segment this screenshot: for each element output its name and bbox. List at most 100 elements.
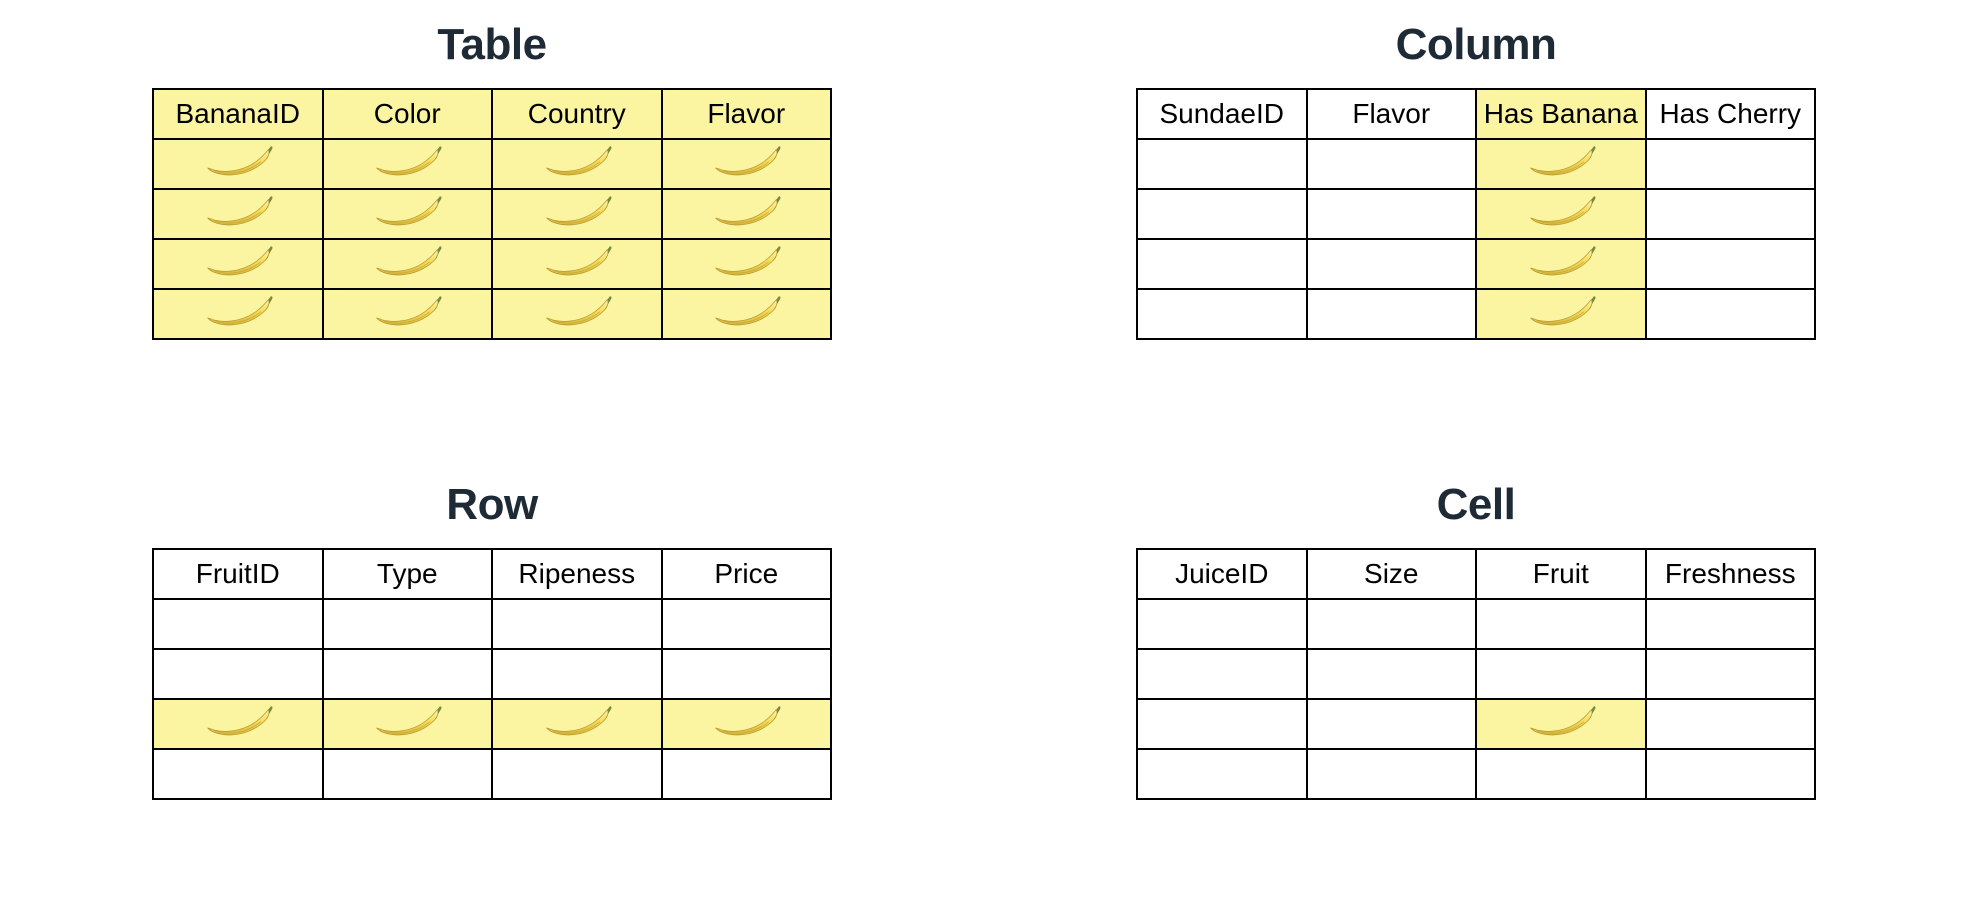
col-header: Flavor — [662, 89, 832, 139]
col-header: Color — [323, 89, 493, 139]
cell — [1137, 749, 1307, 799]
cell — [492, 699, 662, 749]
col-header: Freshness — [1646, 549, 1816, 599]
cell — [1137, 139, 1307, 189]
panel-title-table: Table — [437, 20, 546, 70]
table-row — [153, 749, 831, 799]
table-row — [1137, 139, 1815, 189]
cell — [1137, 599, 1307, 649]
cell — [1307, 599, 1477, 649]
cell — [492, 599, 662, 649]
table-row — [153, 139, 831, 189]
cell — [492, 749, 662, 799]
banana-icon — [707, 192, 785, 230]
col-header: Flavor — [1307, 89, 1477, 139]
table-row — [1137, 239, 1815, 289]
panel-cell: Cell JuiceID Size Fruit Freshness — [1084, 480, 1868, 880]
cell — [662, 239, 832, 289]
cell — [1137, 649, 1307, 699]
cell — [323, 699, 493, 749]
panel-title-cell: Cell — [1437, 480, 1516, 530]
panel-title-column: Column — [1396, 20, 1557, 70]
table-row — [1137, 749, 1815, 799]
banana-icon — [538, 192, 616, 230]
cell — [1307, 749, 1477, 799]
banana-icon — [707, 242, 785, 280]
col-header: Price — [662, 549, 832, 599]
cell — [492, 649, 662, 699]
cell — [1307, 139, 1477, 189]
cell — [1646, 239, 1816, 289]
banana-icon — [368, 292, 446, 330]
banana-icon — [538, 242, 616, 280]
cell — [662, 749, 832, 799]
cell — [153, 599, 323, 649]
diagram-grid: Table BananaID Color Country Flavor — [0, 0, 1968, 920]
cell — [323, 599, 493, 649]
cell — [1307, 699, 1477, 749]
cell — [153, 189, 323, 239]
cell — [1646, 139, 1816, 189]
cell — [153, 139, 323, 189]
banana-icon — [1522, 242, 1600, 280]
cell — [1307, 649, 1477, 699]
col-header: FruitID — [153, 549, 323, 599]
banana-icon — [199, 142, 277, 180]
cell — [492, 239, 662, 289]
cell — [153, 649, 323, 699]
table-row — [153, 239, 831, 289]
cell — [1476, 189, 1646, 239]
table-header-row: FruitID Type Ripeness Price — [153, 549, 831, 599]
cell — [1476, 749, 1646, 799]
cell — [1646, 749, 1816, 799]
table-row — [153, 599, 831, 649]
table-example-column: SundaeID Flavor Has Banana Has Cherry — [1136, 88, 1816, 340]
cell — [1646, 289, 1816, 339]
col-header: Ripeness — [492, 549, 662, 599]
panel-row: Row FruitID Type Ripeness Price — [100, 480, 884, 880]
col-header: Has Banana — [1476, 89, 1646, 139]
cell — [1137, 189, 1307, 239]
cell — [1476, 239, 1646, 289]
cell — [1307, 239, 1477, 289]
cell — [323, 289, 493, 339]
banana-icon — [199, 292, 277, 330]
banana-icon — [199, 702, 277, 740]
cell — [1646, 699, 1816, 749]
col-header: JuiceID — [1137, 549, 1307, 599]
banana-icon — [368, 142, 446, 180]
banana-icon — [1522, 192, 1600, 230]
table-row — [1137, 289, 1815, 339]
table-header-row: SundaeID Flavor Has Banana Has Cherry — [1137, 89, 1815, 139]
cell — [662, 289, 832, 339]
table-header-row: BananaID Color Country Flavor — [153, 89, 831, 139]
cell — [153, 289, 323, 339]
table-header-row: JuiceID Size Fruit Freshness — [1137, 549, 1815, 599]
panel-table: Table BananaID Color Country Flavor — [100, 20, 884, 420]
banana-icon — [707, 292, 785, 330]
banana-icon — [368, 242, 446, 280]
cell — [662, 139, 832, 189]
cell — [323, 749, 493, 799]
banana-icon — [1522, 292, 1600, 330]
cell — [153, 749, 323, 799]
table-row — [1137, 189, 1815, 239]
cell — [492, 139, 662, 189]
col-header: Has Cherry — [1646, 89, 1816, 139]
banana-icon — [1522, 142, 1600, 180]
cell — [323, 649, 493, 699]
panel-title-row: Row — [446, 480, 537, 530]
cell — [1476, 599, 1646, 649]
cell — [1476, 139, 1646, 189]
banana-icon — [707, 142, 785, 180]
banana-icon — [538, 702, 616, 740]
col-header: SundaeID — [1137, 89, 1307, 139]
banana-icon — [1522, 702, 1600, 740]
col-header: Fruit — [1476, 549, 1646, 599]
cell — [153, 239, 323, 289]
col-header: BananaID — [153, 89, 323, 139]
cell — [1646, 189, 1816, 239]
table-example-cell: JuiceID Size Fruit Freshness — [1136, 548, 1816, 800]
cell — [323, 189, 493, 239]
cell — [492, 189, 662, 239]
